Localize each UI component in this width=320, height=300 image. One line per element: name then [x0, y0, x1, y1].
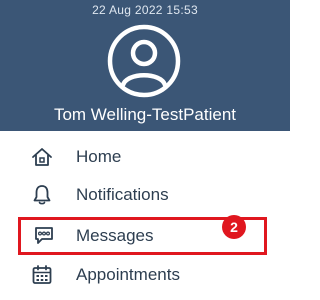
menu-item-messages[interactable]: Messages 2	[18, 215, 267, 255]
menu-item-label: Messages	[76, 226, 154, 245]
menu-item-label: Home	[76, 147, 122, 166]
bell-icon	[33, 185, 51, 205]
timestamp: 22 Aug 2022 15:53	[92, 3, 198, 17]
navigation-menu: Home Notifications Messages 2 Appointmen…	[0, 131, 290, 300]
menu-item-notifications[interactable]: Notifications	[18, 177, 280, 213]
menu-item-label: Appointments	[76, 265, 180, 284]
menu-item-home[interactable]: Home	[18, 139, 280, 175]
unread-count-badge: 2	[222, 215, 246, 239]
user-circle-icon[interactable]	[105, 22, 183, 100]
profile-header: 22 Aug 2022 15:53 Tom Welling-TestPatien…	[0, 0, 290, 131]
app-screen: 22 Aug 2022 15:53 Tom Welling-TestPatien…	[0, 0, 290, 300]
menu-item-label: Notifications	[76, 185, 169, 204]
home-icon	[32, 148, 52, 166]
menu-item-appointments[interactable]: Appointments	[18, 257, 280, 293]
chat-bubble-icon	[35, 227, 53, 244]
calendar-icon	[32, 265, 52, 284]
user-name: Tom Welling-TestPatient	[53, 105, 237, 124]
